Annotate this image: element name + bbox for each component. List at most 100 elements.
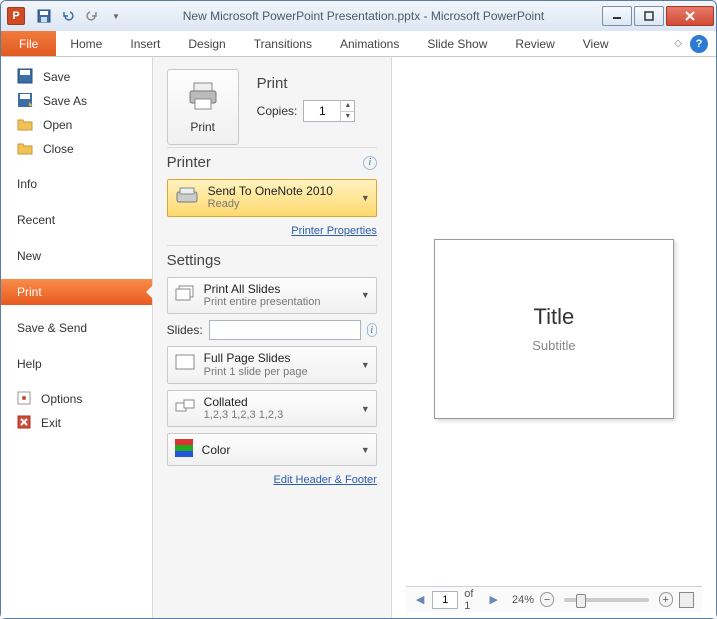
sidebar-item-print[interactable]: Print [1, 279, 152, 305]
info-icon[interactable]: i [367, 323, 377, 337]
close-folder-icon [17, 140, 33, 159]
printer-dropdown[interactable]: Send To OneNote 2010 Ready ▼ [167, 179, 377, 217]
sidebar-item-help[interactable]: Help [1, 351, 152, 377]
close-button[interactable] [666, 6, 714, 26]
tab-transitions[interactable]: Transitions [240, 31, 326, 56]
preview-statusbar: ◀ of 1 ▶ 24% − + [406, 586, 702, 612]
save-icon [17, 68, 33, 87]
sidebar-label: Recent [17, 213, 55, 227]
collate-icon [174, 397, 196, 420]
sidebar-item-open[interactable]: Open [1, 113, 152, 137]
sidebar-item-close[interactable]: Close [1, 137, 152, 161]
titlebar: P ▼ New Microsoft PowerPoint Presentatio… [1, 1, 716, 31]
backstage-sidebar: Save Save As Open Close Info Recent New … [1, 57, 153, 618]
fit-to-window-button[interactable] [679, 592, 694, 608]
print-preview-pane: Title Subtitle ◀ of 1 ▶ 24% − + [392, 57, 716, 618]
printer-status: Ready [208, 198, 353, 211]
tab-design[interactable]: Design [174, 31, 239, 56]
tab-animations[interactable]: Animations [326, 31, 413, 56]
sidebar-label: Save [43, 70, 70, 84]
slides-label: Slides: [167, 323, 203, 337]
zoom-in-button[interactable]: + [659, 592, 673, 607]
sidebar-item-info[interactable]: Info [1, 171, 152, 197]
page-input[interactable] [432, 591, 458, 609]
layout-dropdown[interactable]: Full Page Slides Print 1 slide per page … [167, 346, 377, 384]
tab-view[interactable]: View [569, 31, 623, 56]
slides-input[interactable] [209, 320, 361, 340]
chevron-down-icon: ▼ [361, 360, 370, 370]
redo-icon[interactable] [81, 5, 103, 27]
sidebar-label: Open [43, 118, 72, 132]
sidebar-label: Help [17, 357, 42, 371]
sidebar-item-recent[interactable]: Recent [1, 207, 152, 233]
sidebar-item-save[interactable]: Save [1, 65, 152, 89]
edit-header-footer-link[interactable]: Edit Header & Footer [274, 474, 377, 486]
chevron-down-icon: ▼ [361, 193, 370, 203]
chevron-down-icon: ▼ [361, 290, 370, 300]
tab-file[interactable]: File [1, 31, 56, 56]
sidebar-item-saveas[interactable]: Save As [1, 89, 152, 113]
sidebar-label: Close [43, 142, 74, 156]
undo-icon[interactable] [57, 5, 79, 27]
tab-review[interactable]: Review [501, 31, 568, 56]
printer-properties-link[interactable]: Printer Properties [291, 225, 377, 237]
layout-main: Full Page Slides [204, 351, 353, 365]
sidebar-label: Print [17, 285, 42, 299]
tab-insert[interactable]: Insert [116, 31, 174, 56]
info-icon[interactable]: i [363, 156, 377, 170]
printer-icon [186, 81, 220, 114]
next-page-icon[interactable]: ▶ [488, 593, 500, 606]
prev-page-icon[interactable]: ◀ [414, 593, 426, 606]
print-range-main: Print All Slides [204, 282, 353, 296]
ribbon-collapse-icon[interactable]: ◇ [674, 35, 682, 52]
print-button-label: Print [190, 120, 215, 134]
sidebar-label: Save & Send [17, 321, 87, 335]
chevron-down-icon: ▼ [361, 404, 370, 414]
help-icon[interactable]: ? [690, 35, 708, 53]
slides-stack-icon [174, 284, 196, 307]
quick-access-toolbar: ▼ [33, 5, 127, 27]
chevron-down-icon: ▼ [361, 445, 370, 455]
color-icon [174, 438, 194, 461]
qat-dropdown-icon[interactable]: ▼ [105, 5, 127, 27]
sidebar-label: Save As [43, 94, 87, 108]
copies-label: Copies: [257, 104, 298, 118]
color-main: Color [202, 443, 353, 457]
copies-spinner[interactable]: ▲▼ [303, 100, 355, 122]
print-button[interactable]: Print [167, 69, 239, 145]
printer-name: Send To OneNote 2010 [208, 184, 353, 198]
zoom-label: 24% [512, 594, 534, 606]
save-icon[interactable] [33, 5, 55, 27]
collate-dropdown[interactable]: Collated 1,2,3 1,2,3 1,2,3 ▼ [167, 390, 377, 428]
sidebar-item-options[interactable]: Options [1, 387, 152, 411]
zoom-out-button[interactable]: − [540, 592, 554, 607]
tab-home[interactable]: Home [56, 31, 116, 56]
slide-subtitle: Subtitle [532, 338, 575, 353]
sidebar-item-new[interactable]: New [1, 243, 152, 269]
sidebar-label: Info [17, 177, 37, 191]
slide-title: Title [534, 304, 575, 330]
options-icon [17, 391, 31, 408]
sidebar-item-exit[interactable]: Exit [1, 411, 152, 435]
maximize-button[interactable] [634, 6, 664, 26]
color-dropdown[interactable]: Color ▼ [167, 433, 377, 466]
zoom-slider[interactable] [564, 598, 648, 602]
window-title: New Microsoft PowerPoint Presentation.pp… [127, 9, 600, 23]
window-controls [600, 6, 714, 26]
collate-main: Collated [204, 395, 353, 409]
settings-section-title: Settings [167, 252, 377, 269]
printer-device-icon [174, 186, 200, 209]
copies-input[interactable] [304, 101, 340, 121]
print-range-dropdown[interactable]: Print All Slides Print entire presentati… [167, 277, 377, 315]
spinner-up-icon[interactable]: ▲ [341, 101, 354, 112]
printer-section-title: Printer i [167, 154, 377, 171]
page-of-label: of 1 [464, 588, 481, 612]
open-icon [17, 116, 33, 135]
collate-sub: 1,2,3 1,2,3 1,2,3 [204, 409, 353, 422]
sidebar-item-savesend[interactable]: Save & Send [1, 315, 152, 341]
tab-slideshow[interactable]: Slide Show [413, 31, 501, 56]
sidebar-label: Options [41, 392, 82, 406]
exit-icon [17, 415, 31, 432]
minimize-button[interactable] [602, 6, 632, 26]
spinner-down-icon[interactable]: ▼ [341, 112, 354, 122]
